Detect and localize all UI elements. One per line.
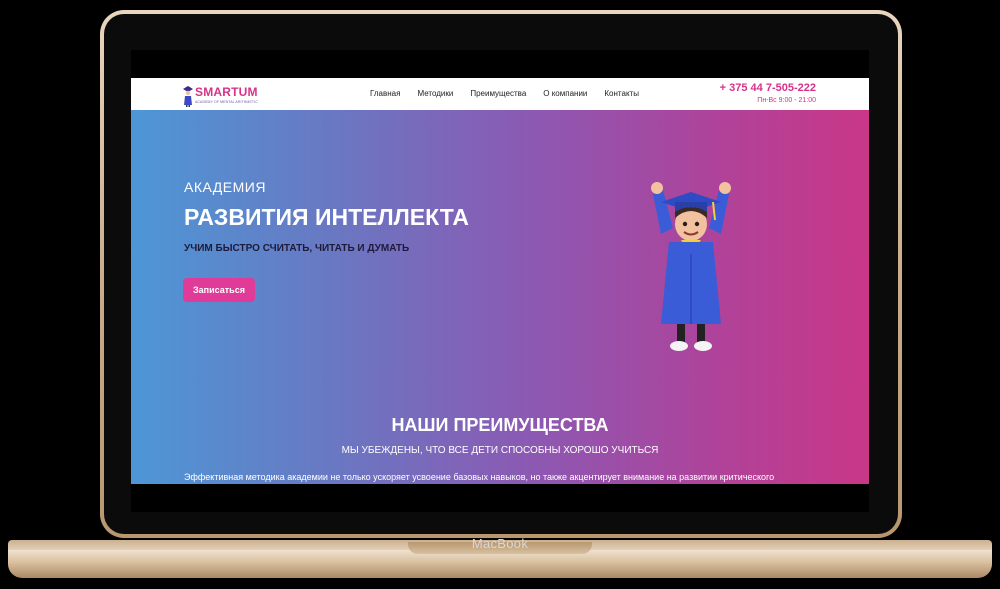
logo-title: SMARTUM: [195, 85, 258, 99]
nav-home[interactable]: Главная: [370, 89, 400, 98]
advantages-subtitle: МЫ УБЕЖДЕНЫ, ЧТО ВСЕ ДЕТИ СПОСОБНЫ ХОРОШ…: [341, 445, 659, 456]
advantages-text: Эффективная методика академии не только …: [184, 472, 775, 482]
nav-methods[interactable]: Методики: [417, 89, 453, 98]
screen-top-bar: [131, 50, 869, 78]
working-hours: Пн-Вс 9:00 - 21:00: [757, 97, 816, 104]
nav-about[interactable]: О компании: [543, 89, 587, 98]
advantages-title: НАШИ ПРЕИМУЩЕСТВА: [391, 415, 609, 435]
graduate-boy-illustration: [651, 182, 731, 351]
phone-number[interactable]: + 375 44 7-505-222: [720, 82, 816, 94]
hero-subtitle: УЧИМ БЫСТРО СЧИТАТЬ, ЧИТАТЬ И ДУМАТЬ: [184, 243, 410, 254]
website-screen: SMARTUM ACADEMY OF MENTAL ARITHMETIC Гла…: [131, 78, 869, 484]
laptop-base: [8, 550, 992, 578]
main-nav: Главная Методики Преимущества О компании…: [370, 89, 656, 98]
nav-advantages[interactable]: Преимущества: [470, 89, 526, 98]
signup-button[interactable]: Записаться: [183, 278, 255, 302]
hero-kicker: АКАДЕМИЯ: [184, 179, 266, 195]
graduate-logo-icon: [183, 86, 193, 107]
logo-subtitle: ACADEMY OF MENTAL ARITHMETIC: [195, 100, 258, 104]
device-label: MacBook: [471, 536, 529, 551]
nav-contacts[interactable]: Контакты: [604, 89, 639, 98]
hero-title: РАЗВИТИЯ ИНТЕЛЛЕКТА: [184, 204, 469, 230]
screen-bottom-bar: [131, 484, 869, 512]
hero-section: АКАДЕМИЯ РАЗВИТИЯ ИНТЕЛЛЕКТА УЧИМ БЫСТРО…: [131, 110, 869, 484]
site-header: SMARTUM ACADEMY OF MENTAL ARITHMETIC Гла…: [131, 78, 869, 110]
